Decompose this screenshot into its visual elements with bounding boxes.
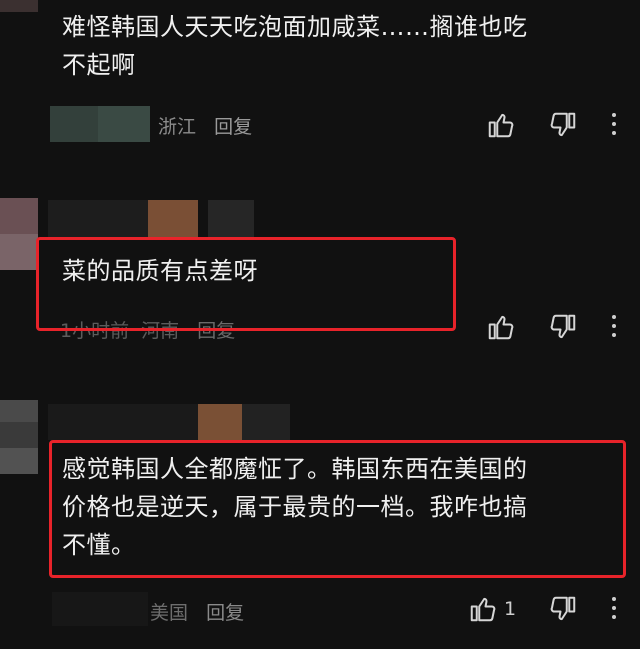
thumbs-down-icon[interactable] bbox=[548, 312, 578, 342]
comment-meta: 美国 回复 bbox=[150, 598, 244, 625]
avatar[interactable] bbox=[0, 234, 38, 270]
more-vertical-icon[interactable] bbox=[610, 597, 618, 623]
username-blurred[interactable] bbox=[48, 404, 198, 440]
username-blurred[interactable] bbox=[242, 404, 290, 440]
highlight-box bbox=[49, 440, 626, 578]
location-label: 美国 bbox=[150, 602, 189, 624]
username-blurred[interactable] bbox=[148, 200, 198, 240]
comment-1: 难怪韩国人天天吃泡面加咸菜……搁谁也吃 不起啊 浙江 回复 bbox=[0, 0, 640, 150]
reply-button[interactable]: 回复 bbox=[206, 602, 244, 624]
avatar[interactable] bbox=[0, 422, 38, 448]
username-blurred[interactable] bbox=[52, 592, 148, 626]
username-blurred[interactable] bbox=[98, 106, 150, 142]
highlight-box bbox=[36, 237, 456, 331]
avatar-placeholder[interactable] bbox=[0, 0, 38, 12]
avatar[interactable] bbox=[0, 400, 38, 422]
avatar[interactable] bbox=[0, 198, 38, 234]
avatar[interactable] bbox=[0, 448, 38, 474]
comment-meta: 浙江 回复 bbox=[158, 112, 252, 139]
thumbs-up-icon[interactable] bbox=[486, 110, 516, 140]
thumbs-down-icon[interactable] bbox=[548, 110, 578, 140]
username-blurred[interactable] bbox=[50, 106, 98, 142]
thumbs-up-icon[interactable] bbox=[468, 594, 498, 624]
username-blurred[interactable] bbox=[208, 200, 254, 240]
location-label: 浙江 bbox=[158, 116, 197, 138]
like-count: 1 bbox=[504, 598, 517, 620]
thumbs-up-icon[interactable] bbox=[486, 312, 516, 342]
reply-button[interactable]: 回复 bbox=[214, 116, 252, 138]
thumbs-down-icon[interactable] bbox=[548, 594, 578, 624]
username-blurred[interactable] bbox=[198, 404, 242, 440]
more-vertical-icon[interactable] bbox=[610, 113, 618, 139]
more-vertical-icon[interactable] bbox=[610, 315, 618, 341]
username-blurred[interactable] bbox=[48, 200, 148, 240]
comment-text: 难怪韩国人天天吃泡面加咸菜……搁谁也吃 不起啊 bbox=[62, 13, 528, 79]
